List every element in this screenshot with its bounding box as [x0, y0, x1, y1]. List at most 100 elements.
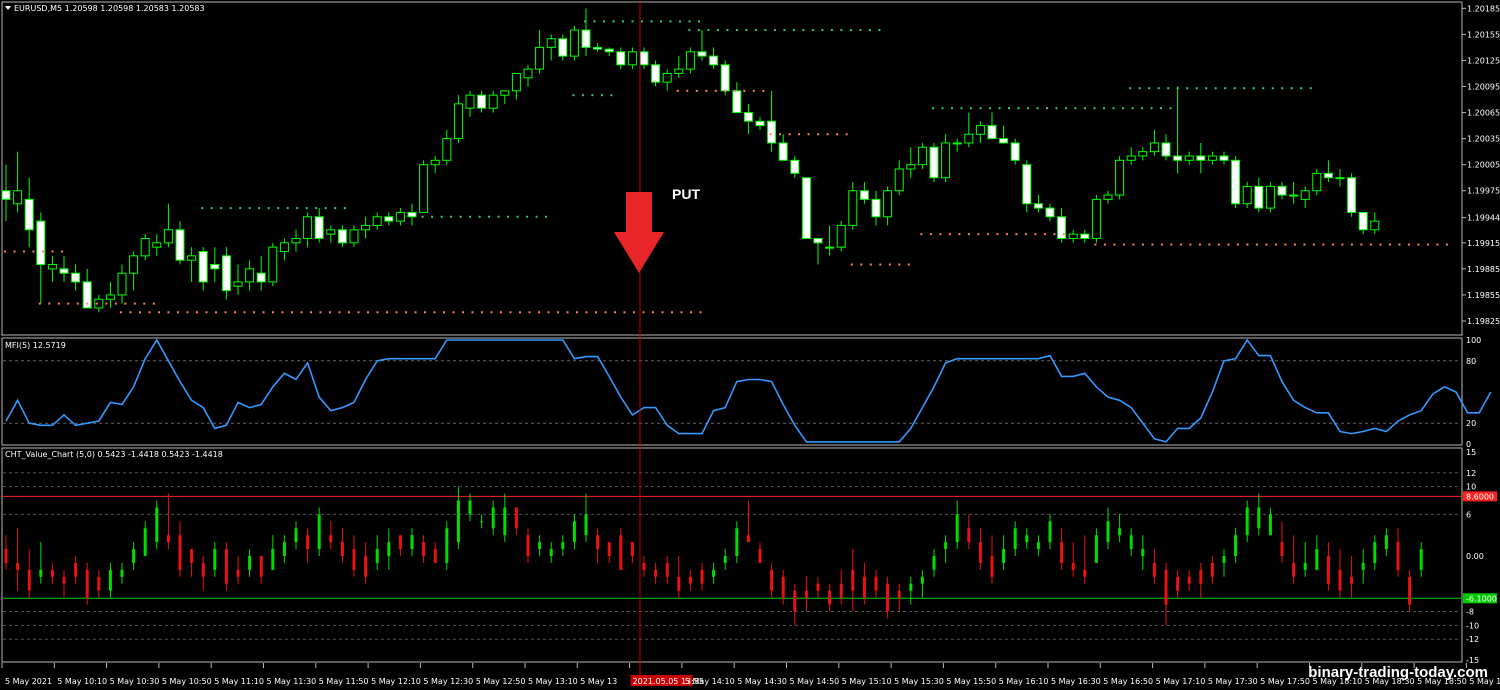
cht-bar-up	[213, 549, 217, 570]
resistance-dot	[469, 215, 472, 218]
support-dot	[1417, 243, 1420, 246]
support-dot	[405, 311, 407, 314]
support-dot	[186, 311, 189, 314]
resistance-dot	[932, 107, 934, 110]
bull-candle	[1091, 198, 1101, 239]
time-tick-label: 5 May 10:50	[162, 677, 212, 686]
support-dot	[310, 311, 312, 314]
trading-chart[interactable]: 1.20185 1.20155 1.20125 1.20095 1.20065 1.200…	[0, 0, 1500, 690]
resistance-dot	[286, 207, 289, 210]
bear-candle	[24, 198, 34, 231]
resistance-dot	[631, 20, 634, 23]
bull-candle	[303, 216, 313, 239]
cht-bar-down	[1152, 562, 1156, 577]
price-tick-label: 1.20065	[1467, 109, 1500, 118]
support-dot	[1246, 243, 1249, 246]
support-dot	[443, 311, 445, 314]
cht-bar-down	[839, 583, 843, 598]
support-dot	[462, 311, 464, 314]
cht-bar-down	[607, 542, 611, 556]
cht-bar-up	[1419, 549, 1423, 570]
support-dot	[888, 263, 891, 266]
support-dot	[1179, 243, 1182, 246]
support-dot	[920, 233, 923, 236]
support-dot	[1043, 233, 1046, 236]
time-tick-label: 5 May 13:10	[528, 677, 578, 686]
resistance-dot	[1169, 107, 1172, 110]
support-dot	[424, 311, 426, 314]
put-arrow-icon	[614, 192, 664, 273]
support-dot	[958, 233, 961, 236]
support-dot	[948, 233, 951, 236]
support-dot	[642, 311, 645, 314]
resistance-dot	[669, 20, 672, 23]
resistance-dot	[1131, 107, 1134, 110]
support-dot	[939, 233, 942, 236]
support-dot	[1034, 233, 1037, 236]
support-dot	[1151, 243, 1154, 246]
support-dot	[76, 302, 79, 305]
resistance-dot	[783, 29, 786, 32]
support-dot	[1388, 243, 1391, 246]
bear-candle	[871, 198, 881, 218]
bear-candle	[1022, 164, 1032, 205]
support-dot	[67, 302, 70, 305]
support-dot	[850, 263, 853, 266]
bear-candle	[767, 120, 777, 144]
cht-bar-down	[851, 569, 855, 591]
bull-candle	[105, 294, 115, 300]
bull-candle	[233, 281, 243, 287]
symbol-dropdown-icon[interactable]	[5, 6, 11, 10]
bull-candle	[279, 242, 289, 253]
support-dot	[1227, 243, 1230, 246]
support-dot	[752, 89, 755, 92]
resistance-dot	[239, 207, 242, 210]
resistance-dot	[622, 20, 624, 23]
cht-bar-up	[712, 569, 716, 577]
cht-bar-up	[1245, 507, 1249, 536]
support-dot	[907, 263, 910, 266]
resistance-dot	[507, 215, 510, 218]
resistance-dot	[450, 215, 453, 218]
bull-candle	[442, 138, 452, 161]
support-dot	[1312, 243, 1315, 246]
support-dot	[120, 311, 122, 314]
resistance-dot	[478, 215, 481, 218]
bear-candle	[36, 220, 46, 266]
support-dot	[1189, 243, 1192, 246]
cht-bar-up	[723, 556, 727, 563]
support-dot	[798, 133, 801, 136]
support-dot	[652, 311, 654, 314]
cht-bar-down	[978, 542, 982, 563]
support-dot	[1379, 243, 1382, 246]
resistance-dot	[1243, 87, 1246, 90]
resistance-dot	[526, 215, 529, 218]
support-dot	[769, 133, 772, 136]
cht-bar-down	[642, 562, 646, 570]
support-dot	[699, 311, 702, 314]
resistance-dot	[1065, 107, 1067, 110]
bull-candle	[685, 51, 695, 70]
time-tick-label: 5 May 11:30	[267, 677, 317, 686]
cht-bar-down	[166, 535, 170, 543]
resistance-dot	[584, 20, 586, 23]
bull-candle	[1289, 194, 1299, 197]
resistance-dot	[1074, 107, 1077, 110]
cht-bar-down	[352, 549, 356, 570]
support-dot	[1293, 243, 1296, 246]
bear-candle	[1057, 216, 1067, 239]
price-tick-label: 1.19885	[1467, 265, 1500, 274]
cht-bar-up	[480, 521, 484, 523]
support-dot	[481, 311, 483, 314]
bear-candle	[407, 211, 417, 218]
bear-candle	[720, 64, 730, 92]
cht-bar-down	[74, 562, 78, 577]
resistance-dot	[610, 94, 613, 97]
cht-bar-up	[920, 576, 924, 584]
resistance-dot	[951, 107, 953, 110]
bull-candle	[1138, 151, 1148, 157]
support-dot	[817, 133, 820, 136]
price-tick-label: 1.19915	[1467, 239, 1500, 248]
mfi-tick-label: 80	[1466, 357, 1476, 366]
cht-bar-up	[1036, 542, 1040, 550]
